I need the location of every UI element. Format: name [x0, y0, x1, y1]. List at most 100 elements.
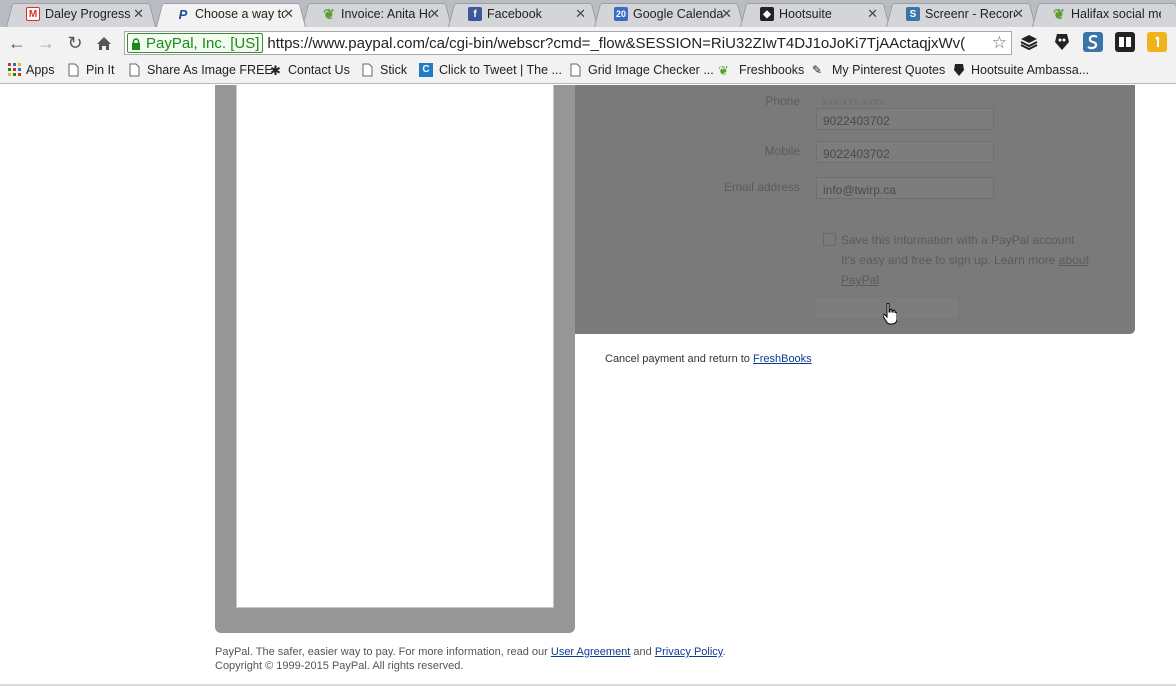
- bookmark-apps[interactable]: Apps: [8, 63, 55, 77]
- hand-cursor-icon: [883, 303, 897, 325]
- close-icon[interactable]: ✕: [721, 6, 732, 22]
- close-icon[interactable]: ✕: [133, 6, 144, 22]
- bookmark-click-to-tweet[interactable]: C Click to Tweet | The ...: [419, 63, 562, 77]
- tab-title: Screenr - Record: [925, 7, 1015, 21]
- buffer-extension-icon[interactable]: [1019, 32, 1039, 52]
- hootsuite-owl-icon: [953, 63, 965, 77]
- bookmark-label: Pin It: [86, 63, 115, 77]
- billing-form-panel-overlay: xxx-xxx-xxxx Phone 9022403702 Mobile 902…: [575, 85, 1135, 334]
- bookmark-label: Click to Tweet | The ...: [439, 63, 562, 77]
- order-summary-box: [236, 85, 554, 608]
- pin-icon: ✎: [812, 63, 823, 77]
- email-field[interactable]: info@twirp.ca: [816, 177, 994, 199]
- clicktotweet-icon: C: [419, 63, 433, 77]
- mobile-label: Mobile: [764, 144, 800, 158]
- freshbooks-leaf-icon: ❦: [718, 63, 729, 78]
- footer-and: and: [630, 646, 655, 658]
- tab-strip: M Daley Progress In ✕ ❦ Invoice: Anita H…: [0, 0, 1176, 28]
- close-icon[interactable]: ✕: [1013, 6, 1024, 22]
- bookmark-label: Apps: [26, 63, 55, 77]
- save-info-checkbox[interactable]: [823, 233, 836, 246]
- phone-field[interactable]: 9022403702: [816, 108, 994, 130]
- save-line2: It's easy and free to sign up. Learn mor…: [841, 253, 1056, 267]
- tab-halifax[interactable]: ❦ Halifax social me: [1032, 1, 1176, 28]
- cancel-text: Cancel payment and return to: [605, 353, 753, 365]
- bookmark-pinterest-quotes[interactable]: ✎ My Pinterest Quotes: [812, 63, 945, 77]
- freshbooks-leaf-icon: ❦: [323, 5, 335, 22]
- paypal-checkout-page: xxx-xxx-xxxx Phone 9022403702 Mobile 902…: [0, 85, 1176, 686]
- bookmark-hootsuite-ambassador[interactable]: Hootsuite Ambassa...: [953, 63, 1089, 77]
- bookmark-label: Grid Image Checker ...: [588, 63, 714, 77]
- tab-google-calendar[interactable]: 20 Google Calendar ✕: [594, 1, 744, 28]
- phone-placeholder: xxx-xxx-xxxx: [822, 96, 885, 108]
- home-icon[interactable]: [93, 32, 115, 54]
- tab-invoice[interactable]: ❦ Invoice: Anita Ho ✕: [302, 1, 452, 28]
- bookmark-label: My Pinterest Quotes: [832, 63, 946, 77]
- browser-toolbar: ← → ↻ PayPal, Inc. [US] https://www.payp…: [0, 27, 1176, 59]
- user-agreement-link[interactable]: User Agreement: [551, 646, 630, 658]
- tab-paypal[interactable]: P Choose a way to ✕: [156, 1, 306, 28]
- tab-title: Invoice: Anita Ho: [341, 7, 431, 21]
- bookmark-grid-image-checker[interactable]: Grid Image Checker ...: [570, 63, 714, 77]
- page-icon: [68, 63, 80, 77]
- bookmark-share-as-image[interactable]: Share As Image FREE: [129, 63, 273, 77]
- tab-title: Google Calendar: [633, 7, 723, 21]
- forward-arrow-icon[interactable]: →: [35, 32, 57, 54]
- close-icon[interactable]: ✕: [283, 6, 294, 22]
- footer-text: PayPal. The safer, easier way to pay. Fo…: [215, 646, 551, 658]
- ev-certificate-badge[interactable]: PayPal, Inc. [US]: [127, 33, 264, 53]
- close-icon[interactable]: ✕: [429, 6, 440, 22]
- calendar-icon: 20: [614, 7, 628, 21]
- halifax-icon: ❦: [1053, 5, 1065, 22]
- page-icon: [570, 63, 582, 77]
- reload-icon[interactable]: ↻: [64, 32, 86, 54]
- bookmark-star-icon[interactable]: ☆: [992, 33, 1007, 53]
- bookmark-pin-it[interactable]: Pin It: [68, 63, 115, 77]
- return-to-freshbooks-link[interactable]: FreshBooks: [753, 353, 812, 365]
- back-arrow-icon[interactable]: ←: [6, 32, 28, 54]
- tab-title: Halifax social me: [1071, 7, 1161, 21]
- bookmark-label: Stick: [380, 63, 408, 77]
- tab-title: Choose a way to: [195, 7, 285, 21]
- privacy-policy-link[interactable]: Privacy Policy: [655, 646, 723, 658]
- bookmark-label: Share As Image FREE: [147, 63, 273, 77]
- screenr-icon: S: [906, 7, 920, 21]
- mobile-field[interactable]: 9022403702: [816, 141, 994, 163]
- close-icon[interactable]: ✕: [867, 6, 878, 22]
- ev-label: PayPal, Inc. [US]: [146, 34, 260, 52]
- contact-icon: ✱: [270, 63, 281, 78]
- bookmark-freshbooks[interactable]: ❦ Freshbooks: [718, 63, 804, 78]
- bookmarks-bar: Apps Pin It Share As Image FREE ✱ Contac…: [0, 59, 1176, 84]
- paypal-icon: P: [178, 6, 188, 22]
- page-icon: [362, 63, 374, 77]
- lock-icon: [131, 37, 141, 50]
- tab-hootsuite[interactable]: ◆ Hootsuite ✕: [740, 1, 890, 28]
- hootsuite-owl-icon: ◆: [760, 7, 774, 21]
- tab-facebook[interactable]: f Facebook ✕: [448, 1, 598, 28]
- screenr-icon[interactable]: [1083, 32, 1103, 52]
- facebook-icon: f: [468, 7, 482, 21]
- tab-gmail[interactable]: M Daley Progress In ✕: [6, 1, 156, 28]
- tab-screenr[interactable]: S Screenr - Record ✕: [886, 1, 1036, 28]
- tab-title: Daley Progress In: [45, 7, 135, 21]
- close-icon[interactable]: ✕: [575, 6, 586, 22]
- hootsuite-owl-icon[interactable]: [1052, 32, 1072, 52]
- page-footer: PayPal. The safer, easier way to pay. Fo…: [215, 645, 726, 673]
- copyright-text: Copyright © 1999-2015 PayPal. All rights…: [215, 660, 464, 672]
- phone-label: Phone: [765, 94, 800, 108]
- page-icon: [129, 63, 141, 77]
- bookmark-stick[interactable]: Stick: [362, 63, 407, 77]
- bookmark-label: Hootsuite Ambassa...: [971, 63, 1090, 77]
- bookmark-label: Contact Us: [288, 63, 350, 77]
- save-info-text: Save this information with a PayPal acco…: [841, 230, 1101, 290]
- footer-period: .: [722, 646, 726, 658]
- bookmark-contact-us[interactable]: ✱ Contact Us: [270, 63, 350, 78]
- notification-badge-icon[interactable]: [1147, 32, 1167, 52]
- order-summary-panel: [215, 85, 575, 633]
- save-line1: Save this information with a PayPal acco…: [841, 233, 1075, 247]
- gmail-icon: M: [26, 7, 40, 21]
- tab-title: Facebook: [487, 7, 542, 21]
- url-text[interactable]: https://www.paypal.com/ca/cgi-bin/webscr…: [267, 35, 992, 52]
- address-bar[interactable]: PayPal, Inc. [US] https://www.paypal.com…: [124, 31, 1012, 55]
- quote-extension-icon[interactable]: [1115, 32, 1135, 52]
